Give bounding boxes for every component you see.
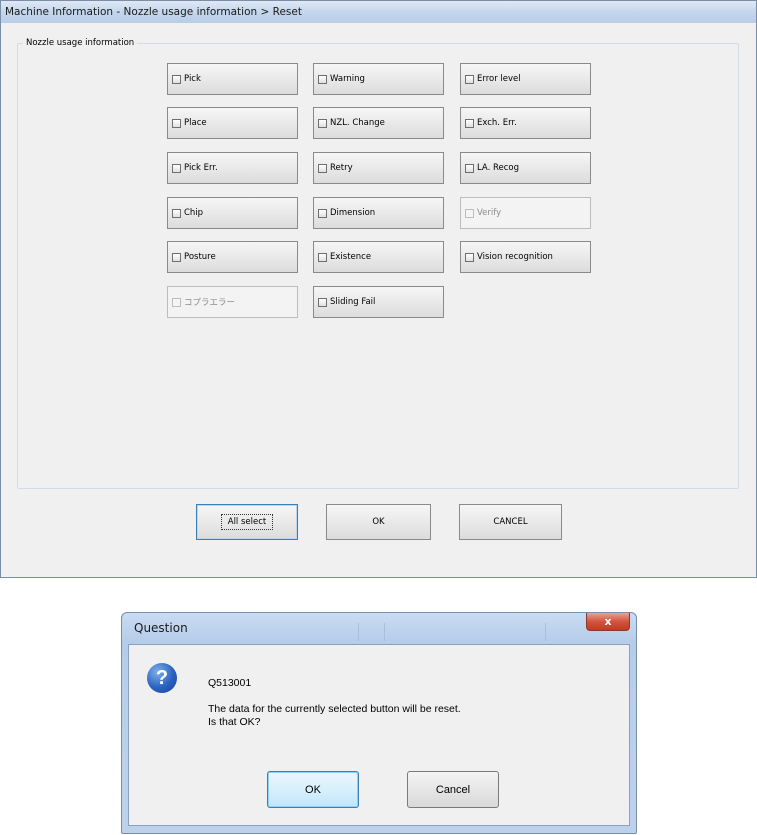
checkbox-nzl-change[interactable]: NZL. Change [313,107,444,139]
all-select-label: All select [220,514,274,530]
checkbox-box [172,208,181,218]
checkbox-pick[interactable]: Pick [167,63,298,95]
checkbox-verify: Verify [460,197,591,229]
message-code: Q513001 [208,677,252,689]
checkbox-label: Pick Err. [184,163,218,173]
checkbox-place[interactable]: Place [167,107,298,139]
cancel-label: CANCEL [493,517,528,527]
checkbox-box [465,118,474,128]
checkbox-exch-err[interactable]: Exch. Err. [460,107,591,139]
checkbox-box [465,74,474,84]
question-icon: ? [147,663,177,693]
dialog-cancel-button[interactable]: Cancel [407,771,499,808]
checkbox-label: Sliding Fail [330,297,376,307]
dialog-cancel-label: Cancel [435,783,471,796]
checkbox-box [172,297,181,307]
checkbox-box [318,208,327,218]
dialog-title: Question [134,621,188,635]
checkbox-box [318,163,327,173]
checkbox-box [172,163,181,173]
checkbox-box [172,118,181,128]
checkbox-label: LA. Recog [477,163,520,173]
checkbox-posture[interactable]: Posture [167,241,298,273]
checkbox-retry[interactable]: Retry [313,152,444,184]
checkbox-label: Existence [330,252,372,262]
close-icon[interactable]: x [586,613,630,631]
checkbox-label: Warning [330,74,365,84]
checkbox-box [318,252,327,262]
checkbox-error-level[interactable]: Error level [460,63,591,95]
checkbox-box [318,74,327,84]
ok-label: OK [372,517,385,527]
checkbox-label: Retry [330,163,353,173]
checkbox-label: Place [184,118,207,128]
checkbox-label: Error level [477,74,521,84]
checkbox-box [465,163,474,173]
checkbox-pick-err[interactable]: Pick Err. [167,152,298,184]
checkbox-box [318,297,327,307]
cancel-button[interactable]: CANCEL [459,504,562,540]
all-select-button[interactable]: All select [196,504,298,540]
checkbox-label: Posture [184,252,216,262]
ok-button[interactable]: OK [326,504,431,540]
checkbox-label: Vision recognition [477,252,553,262]
checkbox-box [465,208,474,218]
checkbox-la-recog[interactable]: LA. Recog [460,152,591,184]
dialog-title-reflection [218,623,359,641]
question-dialog: Question x ? Q513001 The data for the cu… [121,612,637,834]
checkbox-sliding-fail[interactable]: Sliding Fail [313,286,444,318]
checkbox-warning[interactable]: Warning [313,63,444,95]
main-window-title: Machine Information - Nozzle usage infor… [5,6,302,18]
checkbox-label: Chip [184,208,204,218]
main-window: Machine Information - Nozzle usage infor… [0,0,757,578]
dialog-title-reflection [384,623,546,641]
checkbox-copla-error: コプラエラー [167,286,298,318]
checkbox-box [465,252,474,262]
checkbox-box [318,118,327,128]
checkbox-label: Pick [184,74,201,84]
checkbox-label: コプラエラー [184,298,236,308]
message-text: The data for the currently selected butt… [208,703,461,715]
checkbox-box [172,252,181,262]
dialog-client: ? Q513001 The data for the currently sel… [128,644,630,826]
message-question: Is that OK? [208,716,261,728]
dialog-ok-label: OK [305,783,321,796]
main-title-bar: Machine Information - Nozzle usage infor… [1,1,756,23]
checkbox-box [172,74,181,84]
checkbox-vision-recognition[interactable]: Vision recognition [460,241,591,273]
checkbox-label: Verify [477,208,502,218]
checkbox-label: NZL. Change [330,118,385,128]
checkbox-chip[interactable]: Chip [167,197,298,229]
checkbox-existence[interactable]: Existence [313,241,444,273]
checkbox-label: Dimension [330,208,376,218]
dialog-ok-button[interactable]: OK [267,771,359,808]
checkbox-label: Exch. Err. [477,118,517,128]
group-title: Nozzle usage information [23,38,138,48]
checkbox-dimension[interactable]: Dimension [313,197,444,229]
